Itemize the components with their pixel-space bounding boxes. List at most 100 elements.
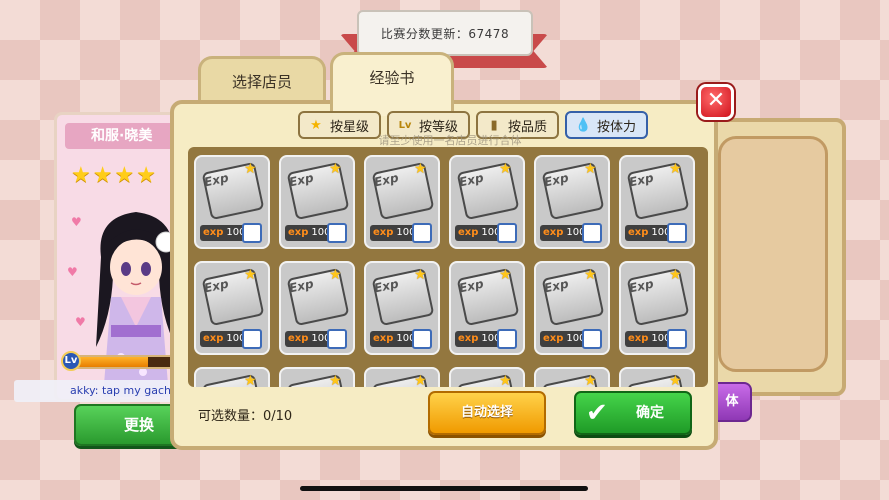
star-icon: ★	[329, 373, 342, 387]
exp-book-slot[interactable]: Exp★exp100	[194, 367, 270, 387]
merge-button[interactable]: 体	[712, 382, 752, 422]
exp-value-tag: exp 100	[455, 331, 501, 347]
exp-book-slot[interactable]: Exp★exp100	[279, 261, 355, 355]
select-checkbox[interactable]	[412, 329, 432, 349]
exp-book-slot[interactable]: Exp★exp100	[534, 367, 610, 387]
exp-book-grid: Exp ★ exp 100 Exp ★ exp 100 Exp ★ exp 100 Exp ★ exp 100…	[194, 155, 695, 387]
star-icon: ★	[414, 373, 427, 387]
star-icon: ★	[329, 161, 342, 177]
star-icon: ★	[114, 163, 135, 188]
level-icon: Lv	[398, 119, 412, 131]
exp-book-slot[interactable]: Exp★exp100	[364, 261, 440, 355]
exp-value-tag: exp 100	[285, 225, 331, 241]
star-icon: ★	[584, 161, 597, 177]
exp-book-slot[interactable]: Exp★exp100	[619, 155, 695, 249]
exp-prefix: exp	[373, 333, 394, 344]
exp-prefix: exp	[628, 227, 649, 238]
quality-icon: ▮	[490, 117, 498, 133]
exp-book-slot[interactable]: Exp★exp100	[619, 261, 695, 355]
star-icon: ★	[584, 373, 597, 387]
sort-by-stamina-button[interactable]: 💧 按体力	[565, 111, 649, 139]
exp-book-slot[interactable]: Exp★exp100	[534, 155, 610, 249]
exp-book-slot[interactable]: Exp★exp100	[449, 261, 525, 355]
exp-prefix: exp	[543, 333, 564, 344]
exp-book-slot[interactable]: Exp★exp100	[534, 261, 610, 355]
level-progress-bar	[65, 355, 173, 369]
star-icon: ★	[499, 373, 512, 387]
select-checkbox[interactable]	[582, 329, 602, 349]
select-checkbox[interactable]	[497, 223, 517, 243]
star-icon: ★	[669, 161, 682, 177]
star-icon: ★	[136, 163, 156, 188]
home-indicator[interactable]	[300, 486, 588, 491]
exp-prefix: exp	[203, 227, 224, 238]
right-card	[700, 118, 846, 396]
select-checkbox[interactable]	[667, 329, 687, 349]
exp-book-slot[interactable]: Exp★exp100	[364, 367, 440, 387]
exp-value-tag: exp 100	[625, 225, 671, 241]
level-badge: Lv	[61, 351, 81, 371]
exp-book-slot[interactable]: Exp★exp100	[279, 155, 355, 249]
auto-select-button[interactable]: 自动选择	[428, 391, 546, 435]
exp-value-tag: exp 100	[200, 225, 246, 241]
exp-prefix: exp	[288, 227, 309, 238]
sort-label: 按体力	[597, 119, 637, 135]
chat-text: akky: tap my gacha	[70, 384, 178, 397]
exp-value-tag: exp 100	[200, 331, 246, 347]
select-checkbox[interactable]	[582, 223, 602, 243]
star-icon: ★	[71, 163, 91, 188]
exp-prefix: exp	[458, 227, 479, 238]
exp-book-slot[interactable]: Exp★exp100	[449, 155, 525, 249]
select-count: 可选数量：0/10	[198, 409, 293, 424]
select-checkbox[interactable]	[412, 223, 432, 243]
star-icon: ★	[244, 161, 257, 177]
chat-message[interactable]: akky: tap my gacha	[14, 380, 184, 402]
select-checkbox[interactable]	[327, 223, 347, 243]
star-icon: ★	[499, 267, 512, 283]
select-checkbox[interactable]	[497, 329, 517, 349]
star-icon: ★	[414, 161, 427, 177]
exp-prefix: exp	[543, 227, 564, 238]
select-checkbox[interactable]	[242, 329, 262, 349]
exp-value-tag: exp 100	[540, 225, 586, 241]
exp-book-slot[interactable]: Exp★exp100	[364, 155, 440, 249]
exp-value-tag: exp 100	[540, 331, 586, 347]
exp-value-tag: exp 100	[370, 331, 416, 347]
exp-value-tag: exp 100	[370, 225, 416, 241]
exp-book-grid-frame[interactable]: Exp ★ exp 100 Exp ★ exp 100 Exp ★ exp 100 Exp ★ exp 100…	[188, 147, 708, 387]
hint-text: 请至少使用一名店员进行合体	[378, 134, 522, 147]
star-icon: ★	[92, 163, 113, 188]
exp-prefix: exp	[288, 333, 309, 344]
exp-prefix: exp	[458, 333, 479, 344]
exp-value-tag: exp 100	[285, 331, 331, 347]
exp-book-slot[interactable]: Exp★exp100	[619, 367, 695, 387]
right-card-frame	[718, 136, 828, 372]
select-checkbox[interactable]	[327, 329, 347, 349]
heart-icon: ♥	[67, 265, 78, 279]
star-icon: ★	[669, 373, 682, 387]
confirm-button[interactable]: ✔ 确定	[574, 391, 692, 435]
star-icon: ★	[669, 267, 682, 283]
star-rating: ★ ★ ★ ★	[71, 163, 156, 188]
exp-book-slot[interactable]: Exp★exp100	[194, 155, 270, 249]
select-checkbox[interactable]	[667, 223, 687, 243]
exp-book-slot[interactable]: Exp★exp100	[194, 261, 270, 355]
exp-book-slot[interactable]: Exp★exp100	[279, 367, 355, 387]
exp-book-slot[interactable]: Exp★exp100	[449, 367, 525, 387]
exp-prefix: exp	[203, 333, 224, 344]
score-banner: 比赛分数更新：67478	[357, 10, 533, 56]
exp-value-tag: exp 100	[625, 331, 671, 347]
exp-prefix: exp	[373, 227, 394, 238]
drop-icon: 💧	[575, 117, 592, 133]
close-icon[interactable]: ✕	[698, 84, 734, 120]
star-icon: ★	[244, 373, 257, 387]
tab-exp-book[interactable]: 经验书	[330, 52, 454, 116]
star-icon: ★	[499, 161, 512, 177]
star-icon: ★	[414, 267, 427, 283]
checkmark-icon: ✔	[586, 398, 608, 428]
star-icon: ★	[310, 117, 322, 133]
star-icon: ★	[584, 267, 597, 283]
select-checkbox[interactable]	[242, 223, 262, 243]
star-icon: ★	[244, 267, 257, 283]
exp-value-tag: exp 100	[455, 225, 501, 241]
